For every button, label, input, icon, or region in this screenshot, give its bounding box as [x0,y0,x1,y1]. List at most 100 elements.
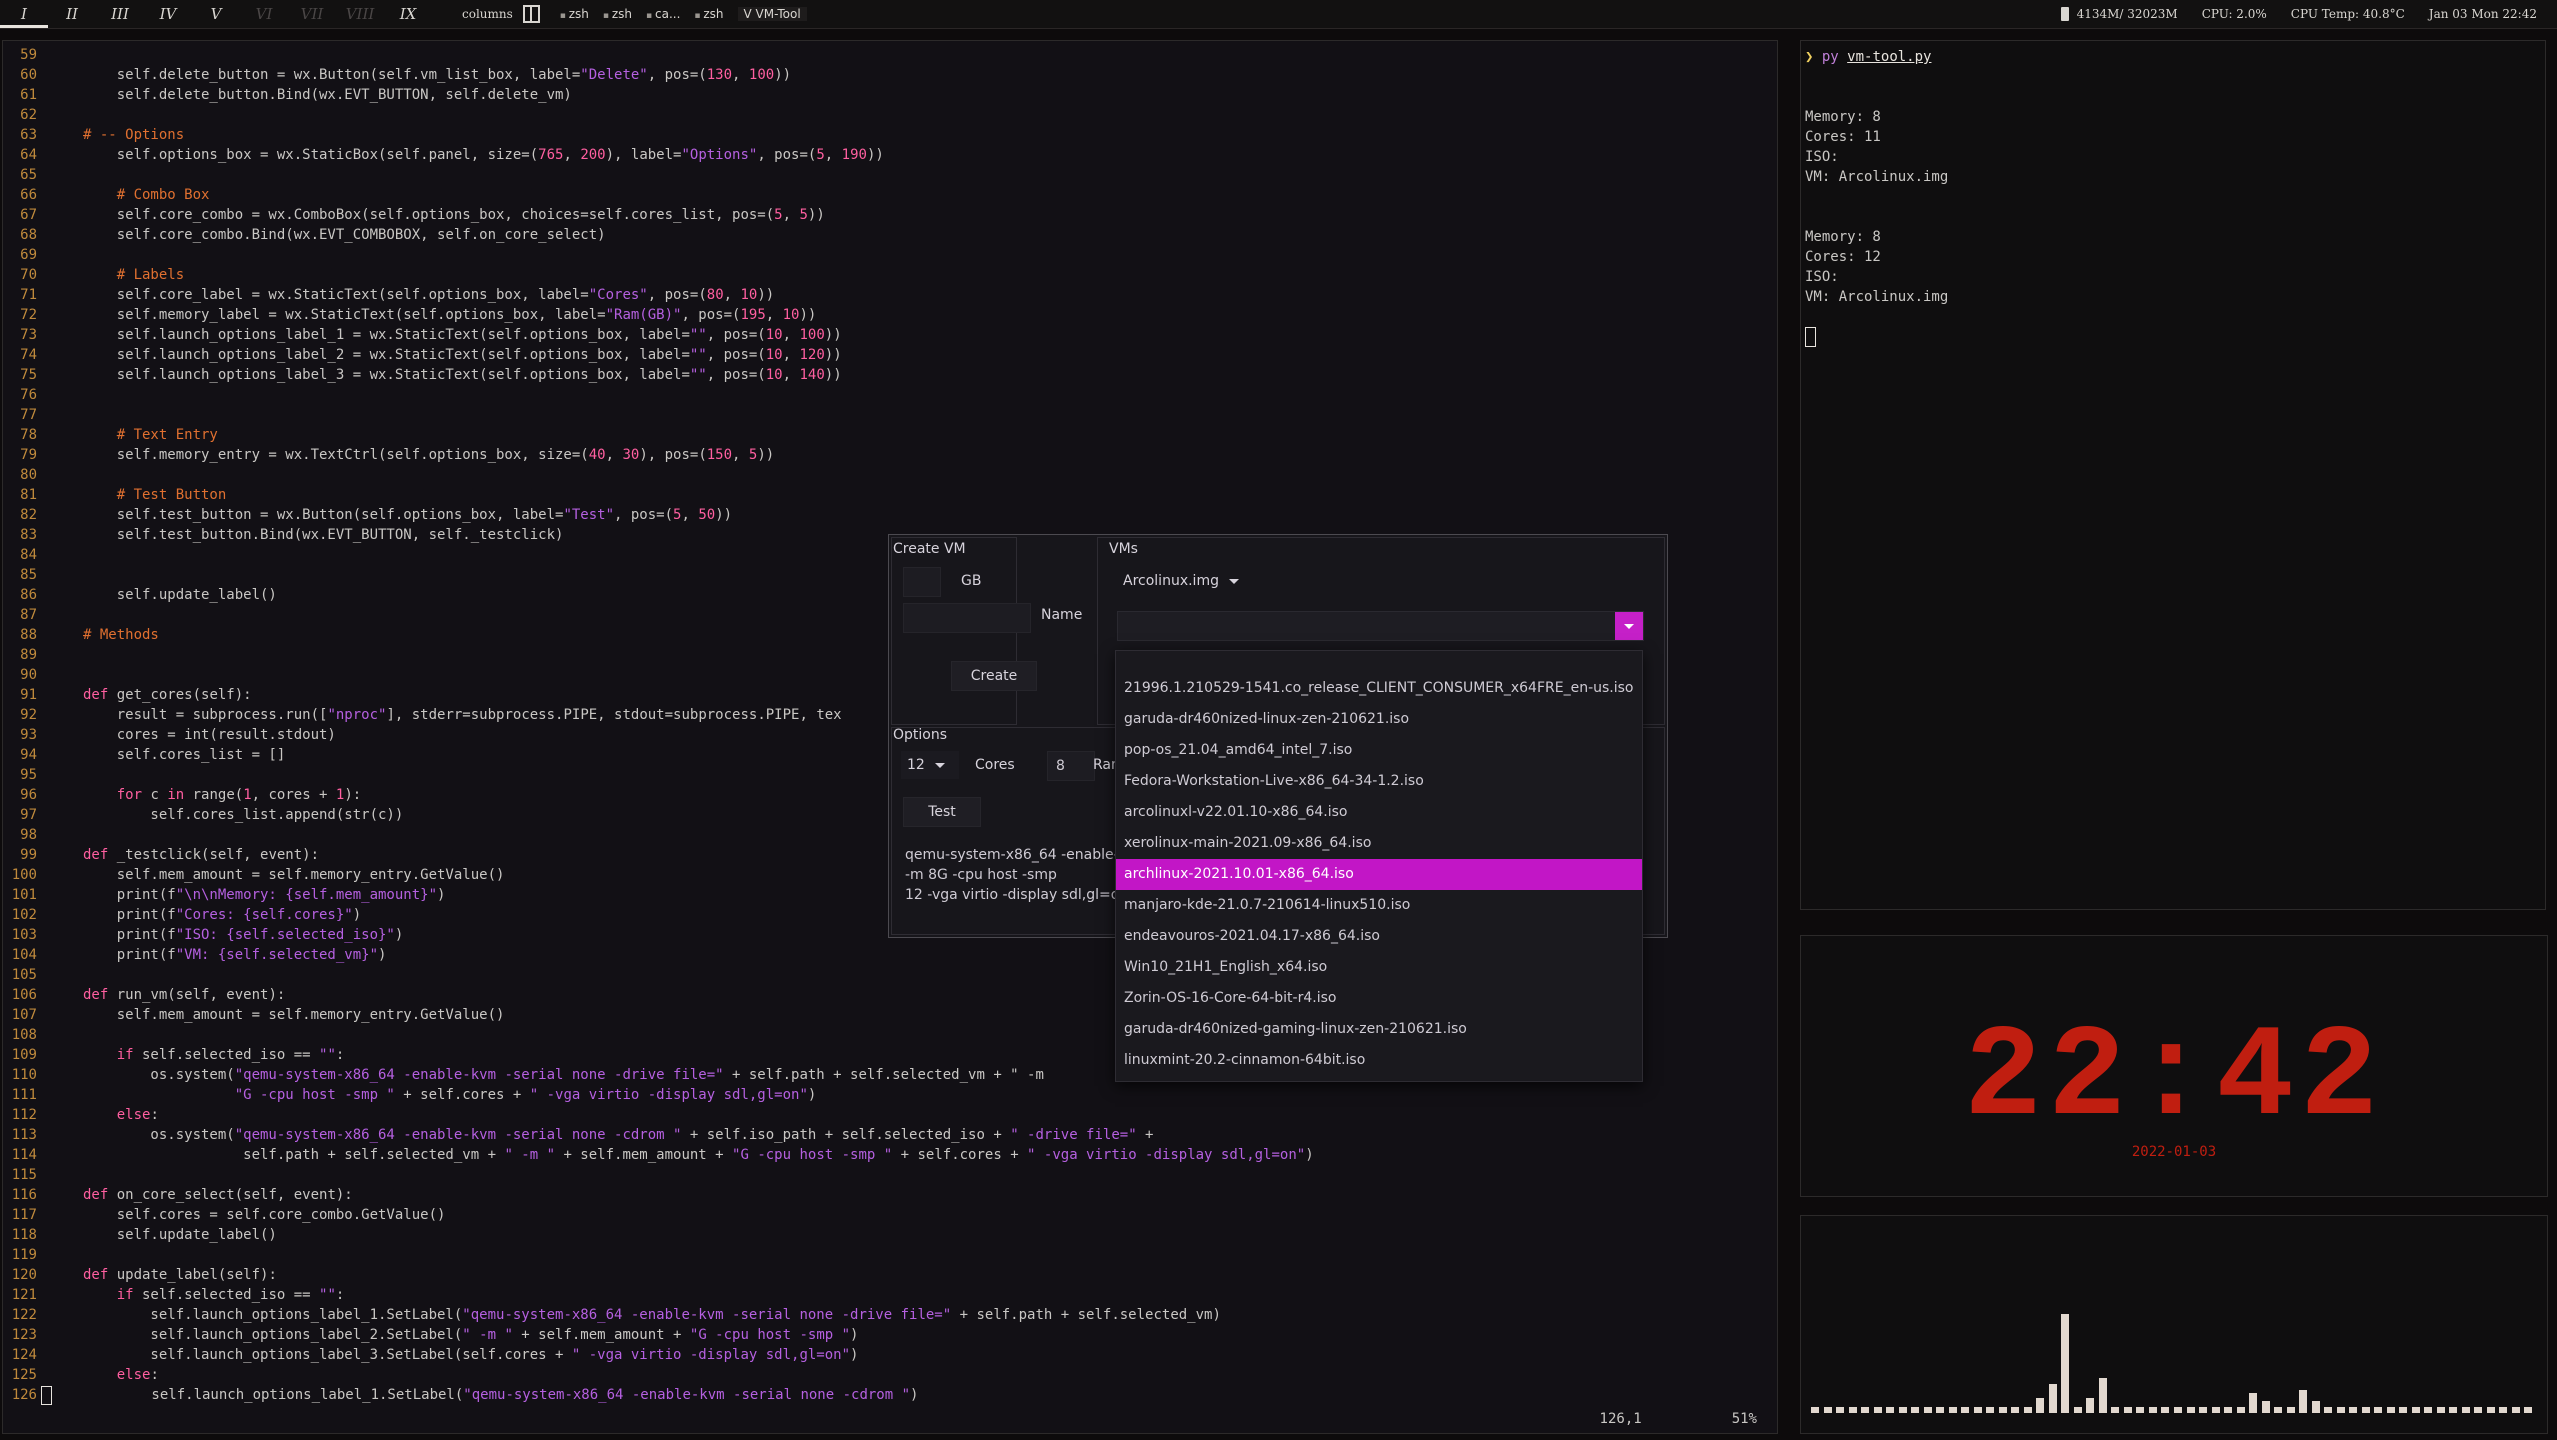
code-line[interactable]: 63 # -- Options [3,125,1314,145]
workspace-2[interactable]: II [48,5,96,23]
code-line[interactable]: 70 # Labels [3,265,1314,285]
code-line[interactable]: 60 self.delete_button = wx.Button(self.v… [3,65,1314,85]
visualizer-bar [2449,1407,2458,1413]
iso-list-item[interactable]: archlinux-2021.10.01-x86_64.iso [1116,859,1642,890]
code-line[interactable]: 61 self.delete_button.Bind(wx.EVT_BUTTON… [3,85,1314,105]
gb-field[interactable] [903,567,941,597]
layout-indicator[interactable]: columns [462,5,540,23]
line-number: 82 [20,507,37,523]
workspace-5[interactable]: V [192,5,240,23]
visualizer-bar [2098,1378,2107,1413]
code-line[interactable]: 64 self.options_box = wx.StaticBox(self.… [3,145,1314,165]
iso-list-item[interactable]: garuda-dr460nized-gaming-linux-zen-21062… [1116,1014,1642,1045]
code-line[interactable]: 124 self.launch_options_label_3.SetLabel… [3,1345,1314,1365]
code-line[interactable]: 72 self.memory_label = wx.StaticText(sel… [3,305,1314,325]
code-line[interactable]: 76 [3,385,1314,405]
code-line[interactable]: 119 [3,1245,1314,1265]
vm-combo[interactable]: Arcolinux.img [1115,567,1263,595]
test-button[interactable]: Test [903,797,981,827]
line-number: 71 [20,287,37,303]
iso-list-item[interactable]: xerolinux-main-2021.09-x86_64.iso [1116,828,1642,859]
code-line[interactable]: 116 def on_core_select(self, event): [3,1185,1314,1205]
code-line[interactable]: 67 self.core_combo = wx.ComboBox(self.op… [3,205,1314,225]
code-line[interactable]: 81 # Test Button [3,485,1314,505]
code-line[interactable]: 120 def update_label(self): [3,1265,1314,1285]
iso-list-item[interactable]: Zorin-OS-16-Core-64-bit-r4.iso [1116,983,1642,1014]
code-line[interactable]: 117 self.cores = self.core_combo.GetValu… [3,1205,1314,1225]
cores-combo[interactable]: 12 [901,751,959,779]
code-line[interactable]: 118 self.update_label() [3,1225,1314,1245]
code-line[interactable]: 82 self.test_button = wx.Button(self.opt… [3,505,1314,525]
code-line[interactable]: 62 [3,105,1314,125]
code-line[interactable]: 111 "G -cpu host -smp " + self.cores + "… [3,1085,1314,1105]
iso-list-item[interactable]: linuxmint-20.2-cinnamon-64bit.iso [1116,1045,1642,1076]
code-line[interactable]: 68 self.core_combo.Bind(wx.EVT_COMBOBOX,… [3,225,1314,245]
code-line[interactable]: 80 [3,465,1314,485]
code-line[interactable]: 122 self.launch_options_label_1.SetLabel… [3,1305,1314,1325]
code-line[interactable]: 59 [3,45,1314,65]
iso-list-item[interactable]: Win10_21H1_English_x64.iso [1116,952,1642,983]
workspace-6[interactable]: VI [240,5,288,23]
visualizer-bar [2374,1407,2383,1413]
visualizer-bar [2261,1401,2270,1413]
code-line[interactable]: 75 self.launch_options_label_3 = wx.Stat… [3,365,1314,385]
visualizer-bar [2361,1407,2370,1413]
code-text: self.mem_amount = self.memory_entry.GetV… [83,1007,505,1023]
code-line[interactable]: 73 self.launch_options_label_1 = wx.Stat… [3,325,1314,345]
window-tab[interactable]: zsh [560,7,589,21]
code-line[interactable]: 78 # Text Entry [3,425,1314,445]
line-number: 124 [11,1347,37,1363]
workspace-4[interactable]: IV [144,5,192,23]
code-text: self.delete_button.Bind(wx.EVT_BUTTON, s… [83,87,572,103]
workspace-1[interactable]: I [0,0,48,28]
code-line[interactable]: 69 [3,245,1314,265]
code-line[interactable]: 65 [3,165,1314,185]
code-line[interactable]: 121 if self.selected_iso == "": [3,1285,1314,1305]
workspace-9[interactable]: IX [384,5,432,23]
line-number: 95 [20,767,37,783]
iso-list-item[interactable]: garuda-dr460nized-linux-zen-210621.iso [1116,704,1642,735]
code-line[interactable]: 79 self.memory_entry = wx.TextCtrl(self.… [3,445,1314,465]
name-field[interactable] [903,603,1031,633]
code-line[interactable]: 71 self.core_label = wx.StaticText(self.… [3,285,1314,305]
line-number: 109 [11,1047,37,1063]
window-tab[interactable]: ca... [646,7,680,21]
code-line[interactable]: 114 self.path + self.selected_vm + " -m … [3,1145,1314,1165]
window-tab[interactable]: V VM-Tool [737,7,807,21]
workspace-8[interactable]: VIII [336,5,384,23]
ram-field[interactable]: 8 [1047,751,1095,781]
iso-combo-arrow[interactable] [1615,612,1643,640]
code-line[interactable]: 123 self.launch_options_label_2.SetLabel… [3,1325,1314,1345]
terminal-line: Memory: 8 [1805,109,1881,125]
code-line[interactable]: 125 else: [3,1365,1314,1385]
iso-dropdown-list[interactable]: 21996.1.210529-1541.co_release_CLIENT_CO… [1115,650,1643,1082]
cpu-temp: CPU Temp: 40.8°C [2290,7,2405,21]
window-tab[interactable]: zsh [694,7,723,21]
create-button[interactable]: Create [951,661,1037,691]
code-text: self.mem_amount = self.memory_entry.GetV… [83,867,505,883]
code-line[interactable]: 126 self.launch_options_label_1.SetLabel… [3,1385,1314,1405]
code-text: # Labels [83,267,185,283]
window-tab[interactable]: zsh [603,7,632,21]
code-text: os.system("qemu-system-x86_64 -enable-kv… [83,1127,1154,1143]
workspace-7[interactable]: VII [288,5,336,23]
code-line[interactable]: 115 [3,1165,1314,1185]
code-line[interactable]: 113 os.system("qemu-system-x86_64 -enabl… [3,1125,1314,1145]
iso-combo[interactable] [1117,611,1644,641]
code-line[interactable]: 77 [3,405,1314,425]
terminal[interactable]: ❯ py vm-tool.py Memory: 8 Cores: 11 ISO:… [1800,40,2546,910]
iso-list-item[interactable]: 21996.1.210529-1541.co_release_CLIENT_CO… [1116,673,1642,704]
iso-list-item[interactable]: arcolinuxl-v22.01.10-x86_64.iso [1116,797,1642,828]
code-text: self.launch_options_label_3 = wx.StaticT… [83,367,842,383]
iso-list-item[interactable]: Fedora-Workstation-Live-x86_64-34-1.2.is… [1116,766,1642,797]
workspace-3[interactable]: III [96,5,144,23]
iso-list-item[interactable]: endeavouros-2021.04.17-x86_64.iso [1116,921,1642,952]
line-number: 84 [20,547,37,563]
code-line[interactable]: 112 else: [3,1105,1314,1125]
code-line[interactable]: 74 self.launch_options_label_2 = wx.Stat… [3,345,1314,365]
top-bar: IIIIIIIVVVIVIIVIIIIX columns zshzshca...… [0,0,2557,29]
iso-list-item[interactable]: manjaro-kde-21.0.7-210614-linux510.iso [1116,890,1642,921]
iso-list-item[interactable]: pop-os_21.04_amd64_intel_7.iso [1116,735,1642,766]
visualizer-bar [2486,1407,2495,1413]
code-line[interactable]: 66 # Combo Box [3,185,1314,205]
